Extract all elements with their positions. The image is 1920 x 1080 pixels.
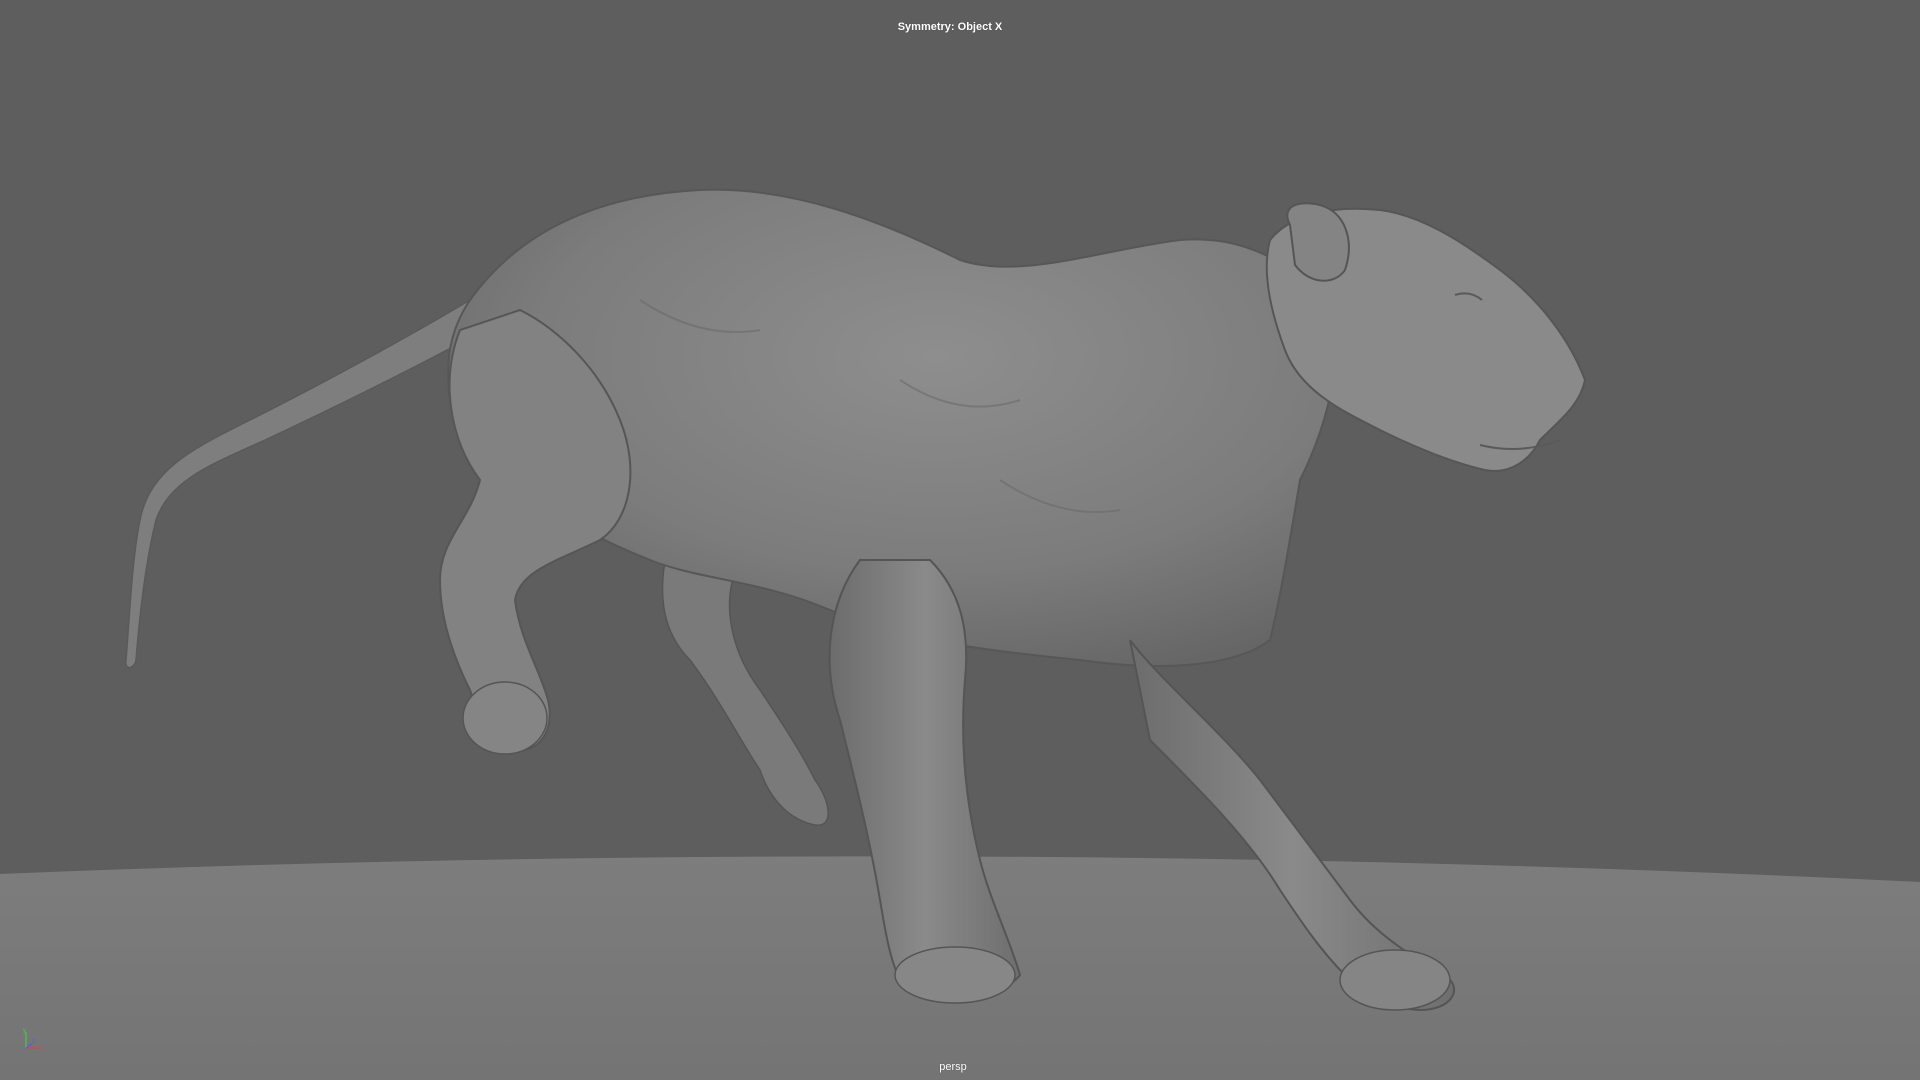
- far-front-paw-mesh: [1339, 949, 1451, 1011]
- x-axis-label: x: [41, 1046, 44, 1052]
- near-front-paw-mesh: [894, 946, 1016, 1004]
- 3d-viewport[interactable]: Symmetry: Object X y x z persp: [0, 0, 1920, 1080]
- z-axis-label: z: [32, 1039, 35, 1045]
- y-axis-label: y: [23, 1028, 26, 1034]
- near-hind-paw-mesh: [462, 681, 548, 755]
- camera-label: persp: [939, 1061, 967, 1073]
- xyz-axis-icon: y x z: [23, 1028, 44, 1052]
- symmetry-label: Symmetry: Object X: [897, 21, 1003, 33]
- tail-mesh: [125, 298, 476, 669]
- viewport-scene[interactable]: [0, 0, 1920, 1080]
